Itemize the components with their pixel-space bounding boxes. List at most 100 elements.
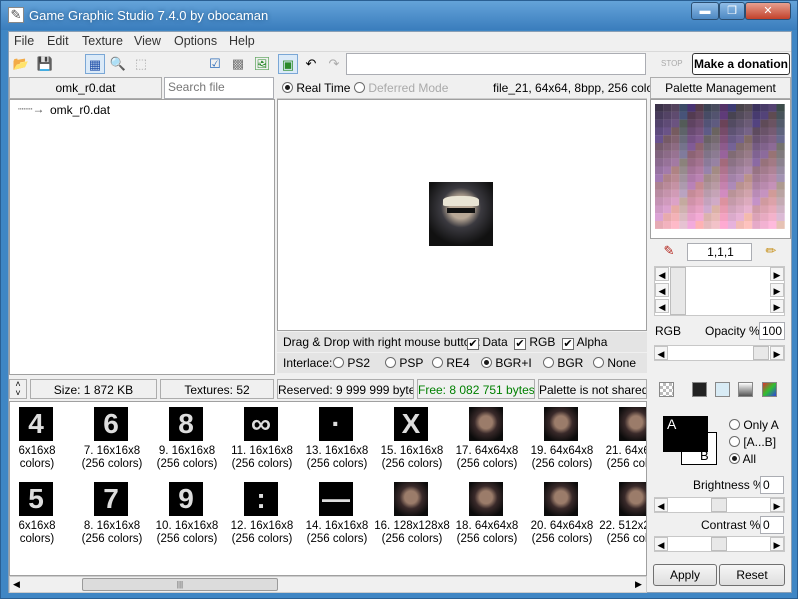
palette-swatch[interactable] xyxy=(711,150,720,159)
palette-swatch[interactable] xyxy=(752,104,761,112)
palette-swatch[interactable] xyxy=(663,135,672,144)
palette-swatch[interactable] xyxy=(695,166,704,175)
thumbnail-image[interactable]: X xyxy=(394,407,428,441)
thumbnail-image[interactable] xyxy=(619,482,646,516)
palette-swatch[interactable] xyxy=(768,127,777,136)
image-icon[interactable]: 🖼 xyxy=(252,54,272,74)
palette-swatch[interactable] xyxy=(695,143,704,151)
save-icon[interactable]: 💾 xyxy=(35,54,55,74)
palette-swatch[interactable] xyxy=(695,182,704,190)
thumbnail-image[interactable] xyxy=(469,482,503,516)
palette-swatch[interactable] xyxy=(703,166,712,175)
palette-swatch[interactable] xyxy=(744,119,753,128)
all-radio[interactable]: All xyxy=(729,452,756,466)
palette-swatch[interactable] xyxy=(776,158,785,167)
palette-swatch[interactable] xyxy=(744,127,753,136)
palette-swatch[interactable] xyxy=(679,205,688,214)
thumbnail-image[interactable]: 7 xyxy=(94,482,128,516)
light-bg-icon[interactable] xyxy=(715,382,730,397)
palette-swatch[interactable] xyxy=(727,135,737,144)
palette-swatch[interactable] xyxy=(776,174,785,183)
palette-swatch[interactable] xyxy=(711,166,720,175)
palette-swatch[interactable] xyxy=(703,127,712,136)
palette-swatch[interactable] xyxy=(663,166,672,175)
palette-swatch[interactable] xyxy=(703,111,712,120)
palette-swatch[interactable] xyxy=(711,127,720,136)
palette-swatch[interactable] xyxy=(711,197,720,206)
palette-swatch[interactable] xyxy=(736,135,745,144)
slider2-left-icon[interactable]: ◀ xyxy=(655,283,669,297)
redo-icon[interactable]: ↷ xyxy=(324,54,344,74)
palette-swatch[interactable] xyxy=(727,119,737,128)
palette-swatch[interactable] xyxy=(711,119,720,128)
palette-swatch[interactable] xyxy=(695,127,704,136)
thumbnail-image[interactable]: : xyxy=(244,482,278,516)
black-bg-icon[interactable] xyxy=(692,382,707,397)
palette-swatch[interactable] xyxy=(671,111,680,120)
palette-swatch[interactable] xyxy=(752,182,761,190)
palette-swatch[interactable] xyxy=(727,221,737,229)
palette-swatch[interactable] xyxy=(768,174,777,183)
palette-swatch[interactable] xyxy=(760,135,769,144)
opacity-slider[interactable]: ◀ ▶ xyxy=(654,345,785,361)
palette-swatch[interactable] xyxy=(687,135,696,144)
palette-swatch[interactable] xyxy=(687,158,696,167)
contrast-input[interactable]: 0 xyxy=(760,516,784,534)
eyedropper-icon[interactable]: ✎ xyxy=(659,241,679,261)
brightness-slider[interactable]: ◀ ▶ xyxy=(654,497,785,513)
menu-texture[interactable]: Texture xyxy=(82,34,123,48)
palette-swatch[interactable] xyxy=(736,150,745,159)
palette-swatch[interactable] xyxy=(752,135,761,144)
palette-swatch[interactable] xyxy=(719,174,728,183)
thumbnail-image[interactable] xyxy=(394,482,428,516)
minimize-button[interactable]: ▬ xyxy=(691,2,719,20)
palette-swatch[interactable] xyxy=(655,174,664,183)
palette-swatch[interactable] xyxy=(768,150,777,159)
palette-swatch[interactable] xyxy=(768,221,777,229)
palette-swatch[interactable] xyxy=(687,197,696,206)
file-tab[interactable]: omk_r0.dat xyxy=(9,77,162,99)
palette-swatch[interactable] xyxy=(719,197,728,206)
palette-swatch[interactable] xyxy=(663,213,672,222)
palette-swatch[interactable] xyxy=(736,119,745,128)
brightness-left-icon[interactable]: ◀ xyxy=(654,498,668,512)
palette-swatch[interactable] xyxy=(671,135,680,144)
palette-swatch[interactable] xyxy=(703,158,712,167)
scroll-left-icon[interactable]: ◀ xyxy=(13,579,20,590)
color-bg-icon[interactable] xyxy=(762,382,777,397)
palette-swatch[interactable] xyxy=(727,111,737,120)
palette-swatch[interactable] xyxy=(760,189,769,198)
palette-swatch[interactable] xyxy=(760,143,769,151)
palette-swatch[interactable] xyxy=(703,104,712,112)
palette-swatch[interactable] xyxy=(719,166,728,175)
palette-swatch[interactable] xyxy=(663,111,672,120)
slider3-right-icon[interactable]: ▶ xyxy=(770,299,784,313)
palette-swatch[interactable] xyxy=(703,197,712,206)
color-value[interactable]: 1,1,1 xyxy=(687,243,752,261)
palette-swatch[interactable] xyxy=(687,182,696,190)
palette-swatch[interactable] xyxy=(736,221,745,229)
palette-swatch[interactable] xyxy=(719,150,728,159)
palette-swatch[interactable] xyxy=(703,213,712,222)
palette-swatch[interactable] xyxy=(760,119,769,128)
selection-icon[interactable]: ⬚ xyxy=(131,54,151,74)
contrast-left-icon[interactable]: ◀ xyxy=(654,537,668,551)
palette-swatch[interactable] xyxy=(768,143,777,151)
palette-swatch[interactable] xyxy=(711,174,720,183)
palette-swatch[interactable] xyxy=(736,182,745,190)
palette-swatch[interactable] xyxy=(727,158,737,167)
palette-swatch[interactable] xyxy=(752,197,761,206)
checker-mode-icon[interactable] xyxy=(659,382,674,397)
thumbnail-image[interactable]: 9 xyxy=(169,482,203,516)
palette-swatch[interactable] xyxy=(768,135,777,144)
reset-button[interactable]: Reset xyxy=(719,564,785,586)
palette-swatch[interactable] xyxy=(695,119,704,128)
palette-swatch[interactable] xyxy=(663,205,672,214)
realtime-radio[interactable]: Real Time xyxy=(282,81,350,95)
palette-swatch[interactable] xyxy=(744,213,753,222)
palette-slider-thumb[interactable] xyxy=(670,267,686,315)
palette-swatch[interactable] xyxy=(663,158,672,167)
palette-swatch[interactable] xyxy=(744,104,753,112)
palette-swatch[interactable] xyxy=(655,221,664,229)
palette-swatch[interactable] xyxy=(768,166,777,175)
